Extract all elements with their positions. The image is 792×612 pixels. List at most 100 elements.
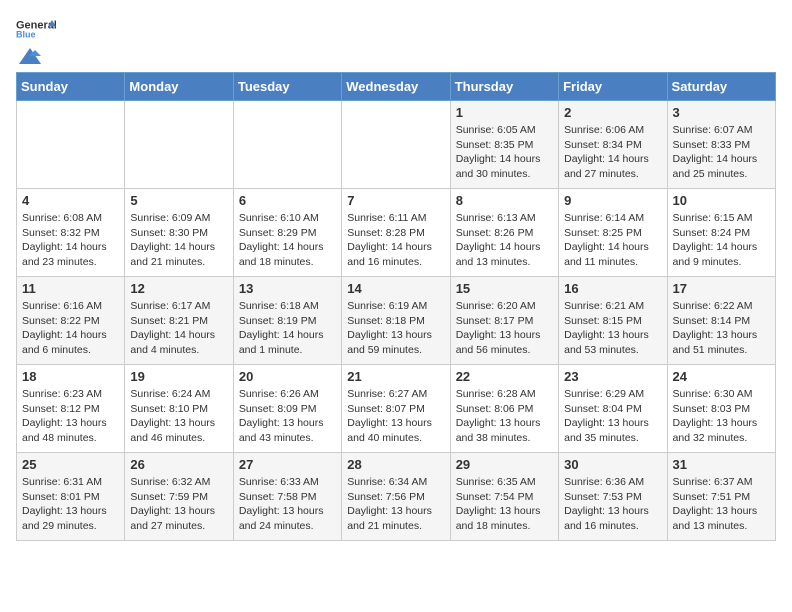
cell-content: Sunrise: 6:14 AM Sunset: 8:25 PM Dayligh… — [564, 211, 661, 270]
calendar-cell: 19Sunrise: 6:24 AM Sunset: 8:10 PM Dayli… — [125, 365, 233, 453]
calendar-body: 1 Sunrise: 6:05 AM Sunset: 8:35 PM Daylig… — [17, 101, 776, 541]
calendar-cell: 26 Sunrise: 6:32 AM Sunset: 7:59 PM Dayli… — [125, 453, 233, 541]
calendar-cell — [17, 101, 125, 189]
day-number: 5 — [130, 193, 227, 208]
week-row-5: 25 Sunrise: 6:31 AM Sunset: 8:01 PM Dayli… — [17, 453, 776, 541]
cell-content: Sunrise: 6:06 AM Sunset: 8:34 PM Dayligh… — [564, 123, 661, 182]
calendar-cell: 1 Sunrise: 6:05 AM Sunset: 8:35 PM Daylig… — [450, 101, 558, 189]
day-number: 22 — [456, 369, 553, 384]
day-number: 1 — [456, 105, 553, 120]
calendar-cell: 13 Sunrise: 6:18 AM Sunset: 8:19 PM Dayli… — [233, 277, 341, 365]
day-number: 7 — [347, 193, 444, 208]
calendar-cell: 21 Sunrise: 6:27 AM Sunset: 8:07 PM Dayli… — [342, 365, 450, 453]
calendar-cell: 27 Sunrise: 6:33 AM Sunset: 7:58 PM Dayli… — [233, 453, 341, 541]
cell-content: Sunrise: 6:18 AM Sunset: 8:19 PM Dayligh… — [239, 299, 336, 358]
calendar-cell: 16 Sunrise: 6:21 AM Sunset: 8:15 PM Dayli… — [559, 277, 667, 365]
calendar-cell: 7 Sunrise: 6:11 AM Sunset: 8:28 PM Daylig… — [342, 189, 450, 277]
day-number: 26 — [130, 457, 227, 472]
cell-content: Sunrise: 6:30 AM Sunset: 8:03 PM Dayligh… — [673, 387, 770, 446]
cell-content: Sunrise: 6:19 AM Sunset: 8:18 PM Dayligh… — [347, 299, 444, 358]
calendar-cell — [342, 101, 450, 189]
calendar-cell: 29Sunrise: 6:35 AM Sunset: 7:54 PM Dayli… — [450, 453, 558, 541]
cell-content: Sunrise: 6:36 AM Sunset: 7:53 PM Dayligh… — [564, 475, 661, 534]
weekday-header-sunday: Sunday — [17, 73, 125, 101]
calendar-cell — [125, 101, 233, 189]
calendar-cell — [233, 101, 341, 189]
day-number: 16 — [564, 281, 661, 296]
day-number: 25 — [22, 457, 119, 472]
day-number: 21 — [347, 369, 444, 384]
cell-content: Sunrise: 6:31 AM Sunset: 8:01 PM Dayligh… — [22, 475, 119, 534]
day-number: 28 — [347, 457, 444, 472]
calendar-cell: 20 Sunrise: 6:26 AM Sunset: 8:09 PM Dayli… — [233, 365, 341, 453]
calendar-cell: 15 Sunrise: 6:20 AM Sunset: 8:17 PM Dayli… — [450, 277, 558, 365]
day-number: 20 — [239, 369, 336, 384]
weekday-header-row: SundayMondayTuesdayWednesdayThursdayFrid… — [17, 73, 776, 101]
calendar-header: SundayMondayTuesdayWednesdayThursdayFrid… — [17, 73, 776, 101]
week-row-2: 4 Sunrise: 6:08 AM Sunset: 8:32 PM Daylig… — [17, 189, 776, 277]
cell-content: Sunrise: 6:22 AM Sunset: 8:14 PM Dayligh… — [673, 299, 770, 358]
weekday-header-friday: Friday — [559, 73, 667, 101]
cell-content: Sunrise: 6:15 AM Sunset: 8:24 PM Dayligh… — [673, 211, 770, 270]
cell-content: Sunrise: 6:23 AM Sunset: 8:12 PM Dayligh… — [22, 387, 119, 446]
calendar-cell: 28Sunrise: 6:34 AM Sunset: 7:56 PM Dayli… — [342, 453, 450, 541]
calendar-cell: 8 Sunrise: 6:13 AM Sunset: 8:26 PM Daylig… — [450, 189, 558, 277]
calendar-cell: 11 Sunrise: 6:16 AM Sunset: 8:22 PM Dayli… — [17, 277, 125, 365]
day-number: 11 — [22, 281, 119, 296]
cell-content: Sunrise: 6:08 AM Sunset: 8:32 PM Dayligh… — [22, 211, 119, 270]
day-number: 29 — [456, 457, 553, 472]
cell-content: Sunrise: 6:28 AM Sunset: 8:06 PM Dayligh… — [456, 387, 553, 446]
day-number: 27 — [239, 457, 336, 472]
svg-text:Blue: Blue — [16, 30, 36, 40]
calendar-cell: 23 Sunrise: 6:29 AM Sunset: 8:04 PM Dayli… — [559, 365, 667, 453]
day-number: 13 — [239, 281, 336, 296]
week-row-3: 11 Sunrise: 6:16 AM Sunset: 8:22 PM Dayli… — [17, 277, 776, 365]
calendar-cell: 18Sunrise: 6:23 AM Sunset: 8:12 PM Dayli… — [17, 365, 125, 453]
cell-content: Sunrise: 6:26 AM Sunset: 8:09 PM Dayligh… — [239, 387, 336, 446]
cell-content: Sunrise: 6:07 AM Sunset: 8:33 PM Dayligh… — [673, 123, 770, 182]
cell-content: Sunrise: 6:05 AM Sunset: 8:35 PM Dayligh… — [456, 123, 553, 182]
weekday-header-thursday: Thursday — [450, 73, 558, 101]
cell-content: Sunrise: 6:17 AM Sunset: 8:21 PM Dayligh… — [130, 299, 227, 358]
weekday-header-wednesday: Wednesday — [342, 73, 450, 101]
calendar-cell: 22 Sunrise: 6:28 AM Sunset: 8:06 PM Dayli… — [450, 365, 558, 453]
cell-content: Sunrise: 6:09 AM Sunset: 8:30 PM Dayligh… — [130, 211, 227, 270]
day-number: 23 — [564, 369, 661, 384]
calendar-cell: 2 Sunrise: 6:06 AM Sunset: 8:34 PM Daylig… — [559, 101, 667, 189]
cell-content: Sunrise: 6:33 AM Sunset: 7:58 PM Dayligh… — [239, 475, 336, 534]
day-number: 8 — [456, 193, 553, 208]
calendar-cell: 4 Sunrise: 6:08 AM Sunset: 8:32 PM Daylig… — [17, 189, 125, 277]
cell-content: Sunrise: 6:29 AM Sunset: 8:04 PM Dayligh… — [564, 387, 661, 446]
cell-content: Sunrise: 6:11 AM Sunset: 8:28 PM Dayligh… — [347, 211, 444, 270]
day-number: 17 — [673, 281, 770, 296]
day-number: 4 — [22, 193, 119, 208]
calendar-cell: 10Sunrise: 6:15 AM Sunset: 8:24 PM Dayli… — [667, 189, 775, 277]
cell-content: Sunrise: 6:32 AM Sunset: 7:59 PM Dayligh… — [130, 475, 227, 534]
day-number: 2 — [564, 105, 661, 120]
logo-bird-icon — [19, 46, 41, 64]
cell-content: Sunrise: 6:16 AM Sunset: 8:22 PM Dayligh… — [22, 299, 119, 358]
day-number: 15 — [456, 281, 553, 296]
cell-content: Sunrise: 6:20 AM Sunset: 8:17 PM Dayligh… — [456, 299, 553, 358]
calendar-cell: 6Sunrise: 6:10 AM Sunset: 8:29 PM Daylig… — [233, 189, 341, 277]
calendar-cell: 12 Sunrise: 6:17 AM Sunset: 8:21 PM Dayli… — [125, 277, 233, 365]
day-number: 3 — [673, 105, 770, 120]
weekday-header-saturday: Saturday — [667, 73, 775, 101]
calendar-cell: 14Sunrise: 6:19 AM Sunset: 8:18 PM Dayli… — [342, 277, 450, 365]
weekday-header-tuesday: Tuesday — [233, 73, 341, 101]
day-number: 12 — [130, 281, 227, 296]
week-row-4: 18Sunrise: 6:23 AM Sunset: 8:12 PM Dayli… — [17, 365, 776, 453]
day-number: 24 — [673, 369, 770, 384]
calendar-cell: 5 Sunrise: 6:09 AM Sunset: 8:30 PM Daylig… — [125, 189, 233, 277]
calendar-cell: 30 Sunrise: 6:36 AM Sunset: 7:53 PM Dayli… — [559, 453, 667, 541]
day-number: 30 — [564, 457, 661, 472]
calendar-cell: 31Sunrise: 6:37 AM Sunset: 7:51 PM Dayli… — [667, 453, 775, 541]
calendar-cell: 9Sunrise: 6:14 AM Sunset: 8:25 PM Daylig… — [559, 189, 667, 277]
day-number: 19 — [130, 369, 227, 384]
cell-content: Sunrise: 6:27 AM Sunset: 8:07 PM Dayligh… — [347, 387, 444, 446]
calendar-cell: 17 Sunrise: 6:22 AM Sunset: 8:14 PM Dayli… — [667, 277, 775, 365]
calendar-cell: 25 Sunrise: 6:31 AM Sunset: 8:01 PM Dayli… — [17, 453, 125, 541]
cell-content: Sunrise: 6:13 AM Sunset: 8:26 PM Dayligh… — [456, 211, 553, 270]
logo-icon: General Blue — [16, 16, 56, 44]
cell-content: Sunrise: 6:21 AM Sunset: 8:15 PM Dayligh… — [564, 299, 661, 358]
